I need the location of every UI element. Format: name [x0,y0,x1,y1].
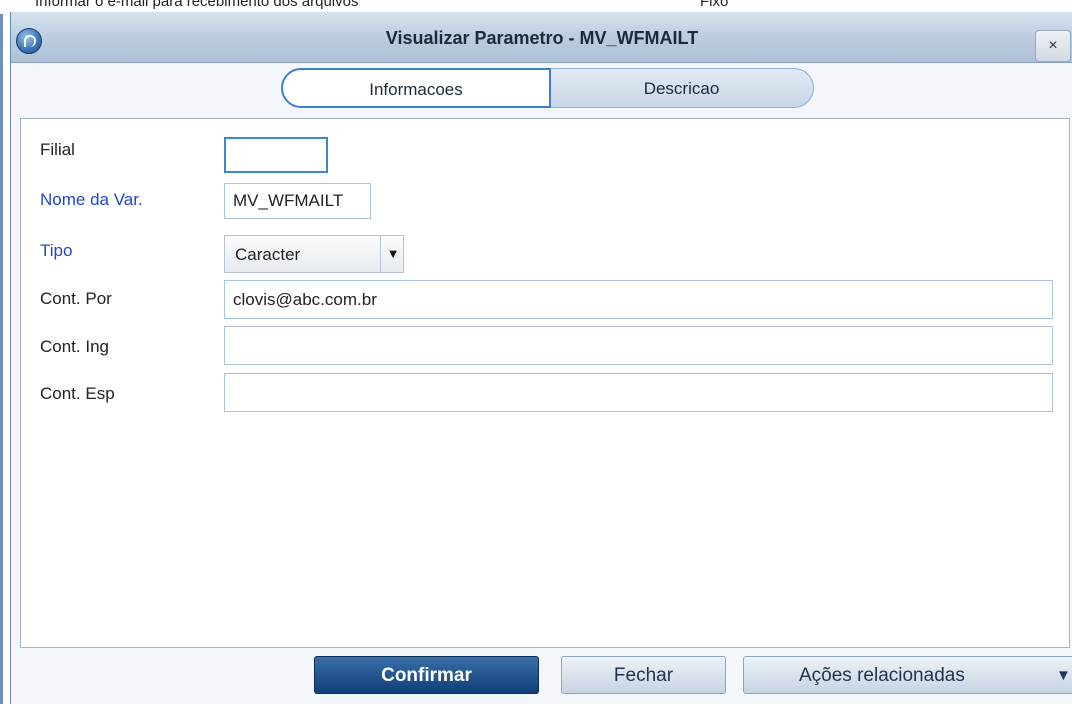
cont-por-field[interactable]: clovis@abc.com.br [224,280,1053,319]
confirm-button[interactable]: Confirmar [314,656,539,694]
chevron-down-icon[interactable]: ▼ [380,236,405,272]
tipo-select-value: Caracter [235,245,301,264]
close-icon: × [1048,37,1058,54]
background-text: Informar o e-mail para recebimento dos a… [35,0,359,10]
window-title: Visualizar Parametro - MV_WFMAILT [385,28,699,48]
background-text-right: Fixo [700,0,729,10]
tab-descricao[interactable]: Descricao [549,68,814,108]
close-dialog-button[interactable]: Fechar [561,656,726,694]
related-actions-label: Ações relacionadas [799,665,965,686]
form-panel: Filial Nome da Var. MV_WFMAILT Tipo Cara… [20,118,1070,648]
cont-esp-label: Cont. Esp [40,384,115,403]
tab-informacoes[interactable]: Informacoes [281,68,551,108]
background-window-edge [0,0,3,704]
cont-ing-label: Cont. Ing [40,337,109,356]
tipo-label: Tipo [40,241,73,260]
tab-bar: Informacoes Descricao [11,63,1072,115]
nome-var-label: Nome da Var. [40,190,143,209]
cont-por-label: Cont. Por [40,289,112,308]
related-actions-button[interactable]: Ações relacionadas ▼ [743,656,1072,694]
filial-label: Filial [40,140,75,159]
chevron-down-icon: ▼ [1056,667,1071,684]
tipo-select[interactable]: Caracter ▼ [224,235,404,273]
cont-ing-field[interactable] [224,326,1053,365]
button-bar: Confirmar Fechar Ações relacionadas ▼ [11,648,1072,704]
title-bar: Visualizar Parametro - MV_WFMAILT × [11,12,1072,63]
close-button[interactable]: × [1035,30,1071,62]
filial-field[interactable] [224,137,328,173]
nome-var-field[interactable]: MV_WFMAILT [224,183,371,219]
dialog-window: Visualizar Parametro - MV_WFMAILT × Info… [10,12,1072,704]
cont-esp-field[interactable] [224,373,1053,412]
